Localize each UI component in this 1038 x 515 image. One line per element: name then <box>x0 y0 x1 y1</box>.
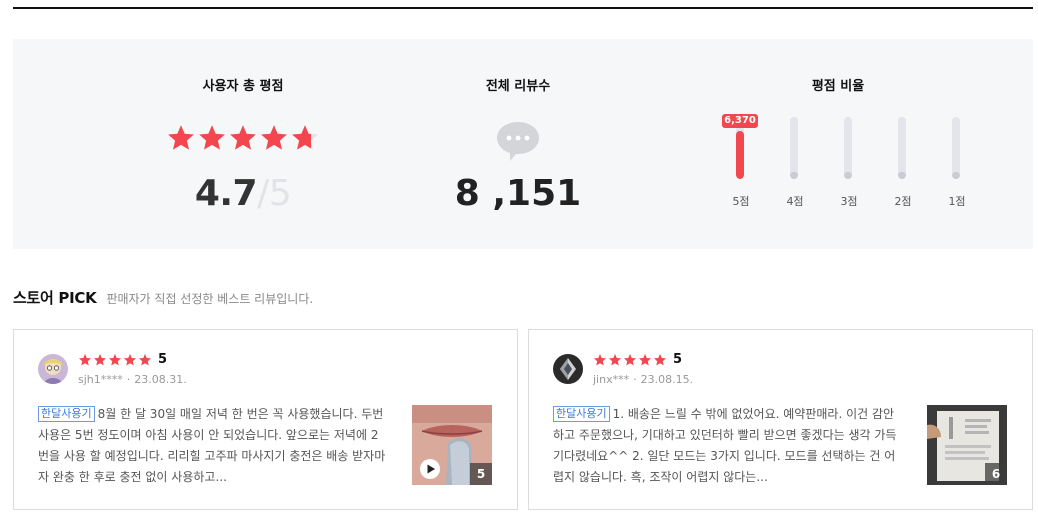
star-icon <box>123 353 137 365</box>
rating-stars <box>166 123 320 153</box>
star-icon <box>261 125 287 150</box>
rating-bar-count-badge: 6,370 <box>722 114 758 128</box>
star-icon <box>623 353 637 365</box>
star-icon <box>93 353 107 365</box>
review-score: 5 <box>673 352 683 367</box>
rating-distribution-column: 평점 비율 6,370 5점 4점 3점 2점 1점 <box>703 39 973 249</box>
star-icon <box>653 353 667 365</box>
review-text[interactable]: 한달사용기 8월 한 달 30일 매일 저녁 한 번은 꼭 사용했습니다. 두번 … <box>38 404 386 488</box>
review-stars: 5 <box>593 352 682 367</box>
review-date: 23.08.15. <box>640 373 694 386</box>
meta-separator: · <box>633 373 637 386</box>
photo-count-badge: 6 <box>985 463 1007 485</box>
review-user: jinx*** <box>593 373 630 386</box>
review-total: 8 ,151 <box>454 173 582 214</box>
review-card[interactable]: 5 jinx*** · 23.08.15. 한달사용기 1. 배송은 느릴 수 밖에 … <box>528 329 1033 510</box>
store-pick-description: 판매자가 직접 선정한 베스트 리뷰입니다. <box>106 292 314 306</box>
avatar <box>553 354 583 384</box>
star-icon <box>108 353 122 365</box>
rating-bar-label: 2점 <box>894 195 912 208</box>
rating-bar-label: 1점 <box>948 195 966 208</box>
review-score: 5 <box>158 352 168 367</box>
rating-bar-label: 5점 <box>732 195 750 208</box>
star-icon <box>78 353 92 365</box>
review-photo[interactable]: 5 <box>412 405 492 485</box>
review-date: 23.08.31. <box>134 373 187 386</box>
play-icon[interactable] <box>419 458 441 480</box>
photo-count-badge: 5 <box>470 463 492 485</box>
rating-value: 4.7 <box>194 173 258 214</box>
review-stars: 5 <box>78 352 167 367</box>
review-text[interactable]: 한달사용기 1. 배송은 느릴 수 밖에 없었어요. 예약판매라. 이건 감안하고… <box>553 404 901 488</box>
rating-max: /5 <box>257 173 292 214</box>
rating-distribution-title: 평점 비율 <box>811 79 865 94</box>
star-icon <box>593 353 607 365</box>
review-card[interactable]: 5 sjh1**** · 23.08.31. 한달사용기 8월 한 달 30일 매일 … <box>13 329 518 510</box>
review-count-column: 전체 리뷰수 8 ,151 <box>418 39 618 249</box>
store-pick-header: 스토어 PICK 판매자가 직접 선정한 베스트 리뷰입니다. <box>13 287 313 308</box>
rating-bar-1: 1점 <box>937 117 977 227</box>
review-count-title: 전체 리뷰수 <box>485 79 551 94</box>
rating-bar-fill <box>790 171 798 179</box>
top-divider <box>13 7 1033 9</box>
rating-bar-fill <box>844 171 852 179</box>
rating-bar-3: 3점 <box>829 117 869 227</box>
rating-bar-label: 3점 <box>840 195 858 208</box>
star-icon <box>168 125 194 150</box>
speech-bubble-icon <box>497 122 539 161</box>
review-user: sjh1**** <box>78 373 123 386</box>
rating-bar-track <box>844 117 852 179</box>
review-photo[interactable]: 6 <box>927 405 1007 485</box>
star-icon <box>138 353 152 365</box>
rating-bar-track <box>898 117 906 179</box>
rating-score: 4.7/5 <box>143 173 343 214</box>
review-meta: jinx*** · 23.08.15. <box>593 373 693 386</box>
review-tag: 한달사용기 <box>38 406 95 422</box>
rating-bar-2: 2점 <box>883 117 923 227</box>
rating-bar-label: 4점 <box>786 195 804 208</box>
meta-separator: · <box>126 373 131 386</box>
rating-summary-panel: 사용자 총 평점 4.7/5 전체 리뷰수 8 ,151 평점 비율 6,370… <box>13 39 1033 249</box>
star-icon <box>230 125 256 150</box>
rating-bar-fill <box>736 130 744 179</box>
rating-bar-fill <box>952 171 960 179</box>
total-rating-title: 사용자 총 평점 <box>202 79 284 94</box>
rating-distribution-bars: 6,370 5점 4점 3점 2점 1점 <box>703 114 973 227</box>
review-star-row <box>78 353 152 367</box>
rating-bar-track <box>790 117 798 179</box>
star-icon <box>608 353 622 365</box>
review-tag: 한달사용기 <box>553 406 610 422</box>
rating-bar-fill <box>898 171 906 179</box>
avatar <box>38 354 68 384</box>
review-star-row <box>593 353 667 367</box>
store-pick-title: 스토어 PICK <box>13 289 97 307</box>
rating-bar-5: 6,370 5점 <box>721 114 761 227</box>
total-rating-column: 사용자 총 평점 4.7/5 <box>143 39 343 249</box>
star-icon <box>292 125 318 150</box>
rating-bar-4: 4점 <box>775 117 815 227</box>
review-meta: sjh1**** · 23.08.31. <box>78 373 187 386</box>
star-icon <box>638 353 652 365</box>
star-icon <box>199 125 225 150</box>
rating-bar-track <box>952 117 960 179</box>
